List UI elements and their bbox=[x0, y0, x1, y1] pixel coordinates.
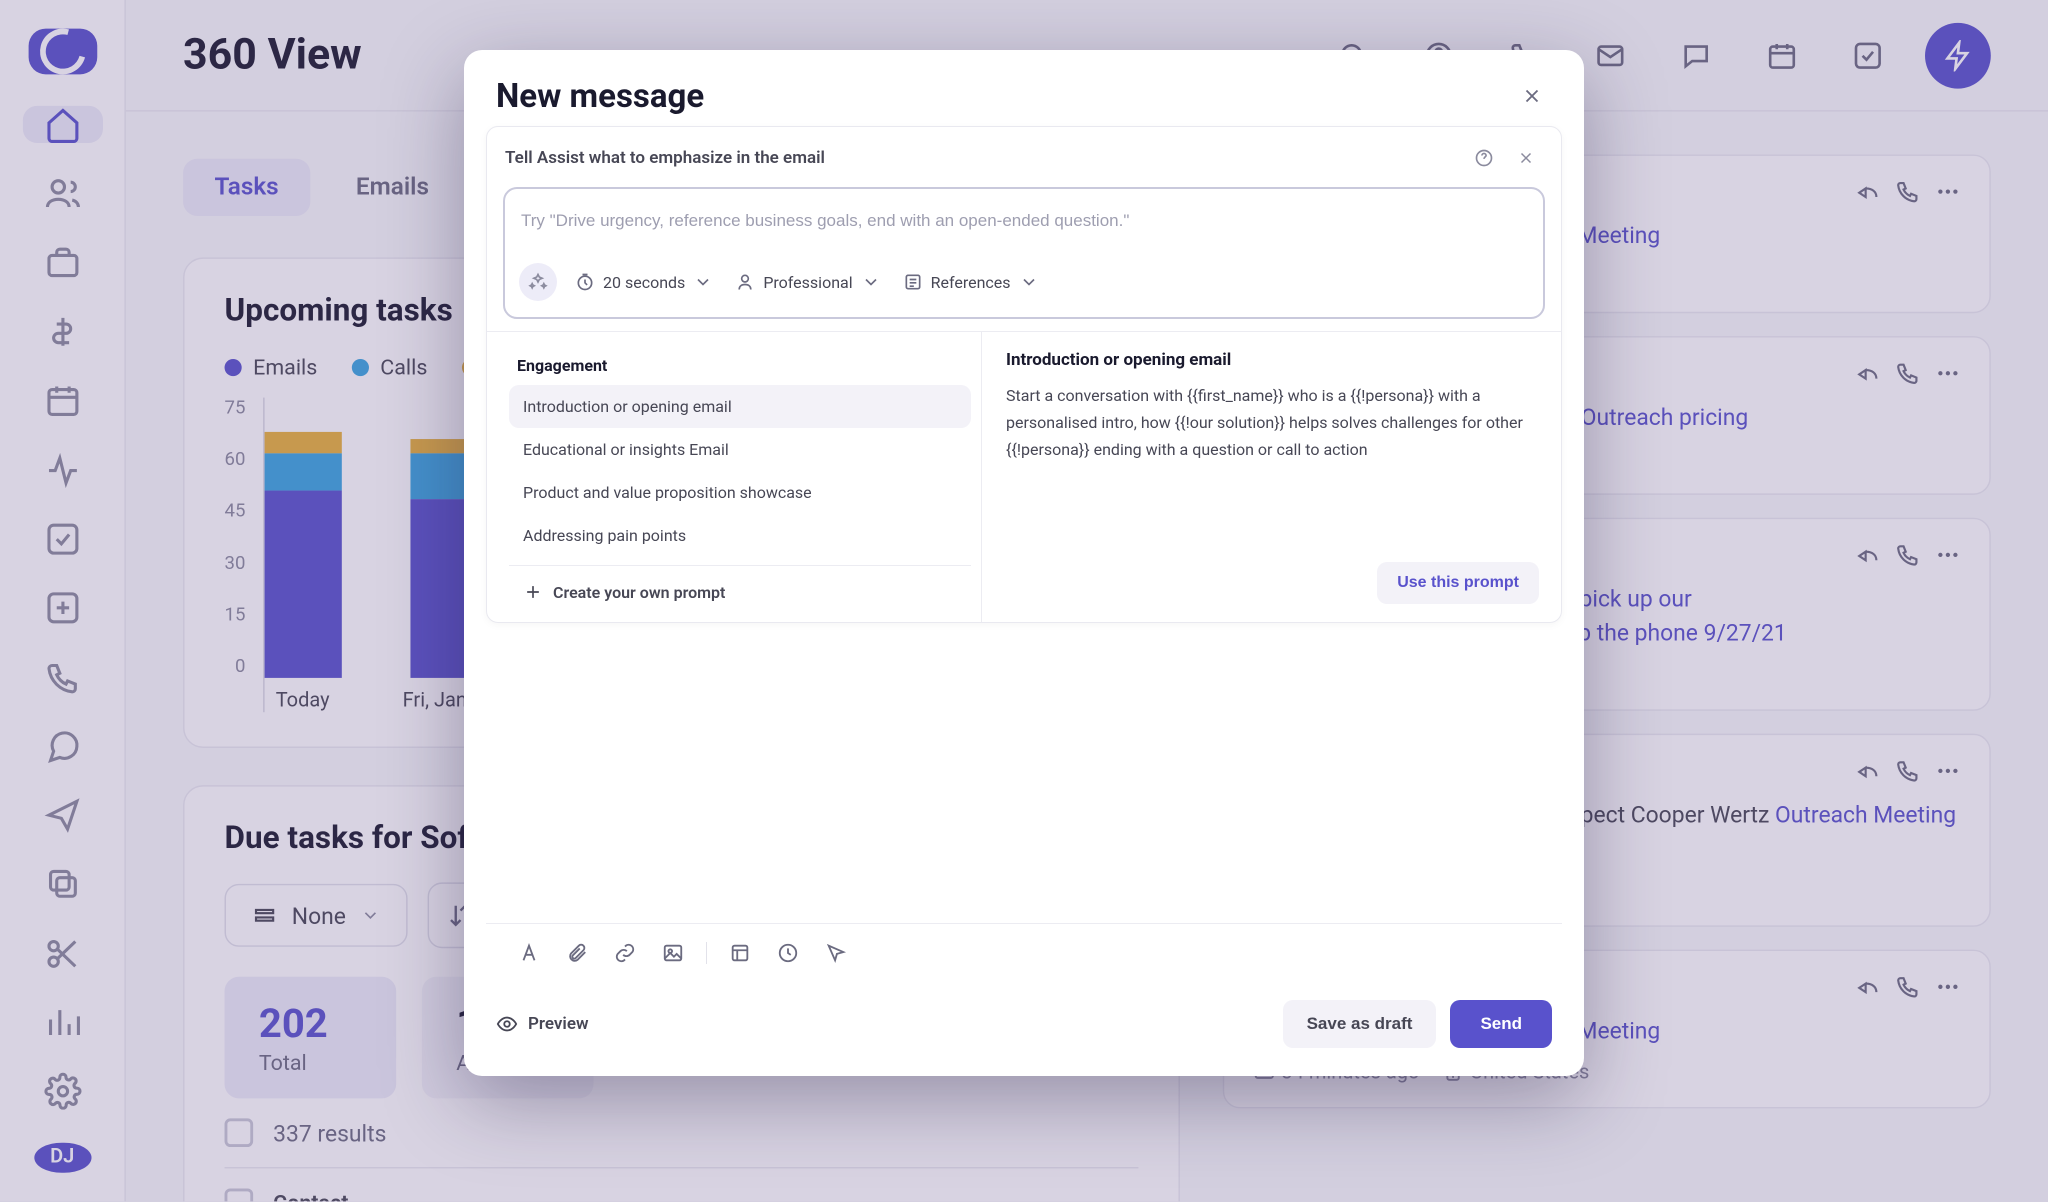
assist-input[interactable] bbox=[505, 189, 1543, 253]
tone-select[interactable]: Professional bbox=[731, 266, 884, 298]
image-icon[interactable] bbox=[658, 938, 688, 968]
assist-label: Tell Assist what to emphasize in the ema… bbox=[505, 148, 825, 168]
prompt-preview-title: Introduction or opening email bbox=[1006, 350, 1539, 370]
preview-button[interactable]: Preview bbox=[496, 1013, 589, 1035]
help-icon[interactable] bbox=[1467, 141, 1501, 175]
read-time-select[interactable]: 20 seconds bbox=[571, 266, 717, 298]
prompt-pain-points[interactable]: Addressing pain points bbox=[509, 514, 971, 557]
prompt-educational[interactable]: Educational or insights Email bbox=[509, 428, 971, 471]
cursor-icon[interactable] bbox=[821, 938, 851, 968]
compose-toolbar bbox=[486, 923, 1562, 982]
save-draft-button[interactable]: Save as draft bbox=[1283, 1000, 1437, 1048]
prompt-intro-email[interactable]: Introduction or opening email bbox=[509, 385, 971, 428]
prompt-preview-body: Start a conversation with {{first_name}}… bbox=[1006, 382, 1539, 464]
attachment-icon[interactable] bbox=[562, 938, 592, 968]
close-icon[interactable] bbox=[1512, 76, 1552, 116]
create-prompt-button[interactable]: Create your own prompt bbox=[509, 565, 971, 604]
prompt-value-prop[interactable]: Product and value proposition showcase bbox=[509, 471, 971, 514]
schedule-icon[interactable] bbox=[773, 938, 803, 968]
close-icon[interactable] bbox=[1509, 141, 1543, 175]
new-message-modal: New message Tell Assist what to emphasiz… bbox=[464, 50, 1584, 1076]
text-style-icon[interactable] bbox=[514, 938, 544, 968]
modal-title: New message bbox=[496, 77, 704, 116]
send-button[interactable]: Send bbox=[1450, 1000, 1552, 1048]
references-select[interactable]: References bbox=[899, 266, 1043, 298]
ai-wand-icon[interactable] bbox=[519, 263, 557, 301]
template-icon[interactable] bbox=[725, 938, 755, 968]
link-icon[interactable] bbox=[610, 938, 640, 968]
engagement-label: Engagement bbox=[517, 356, 963, 375]
assist-panel: Tell Assist what to emphasize in the ema… bbox=[486, 126, 1562, 623]
use-prompt-button[interactable]: Use this prompt bbox=[1377, 562, 1539, 604]
